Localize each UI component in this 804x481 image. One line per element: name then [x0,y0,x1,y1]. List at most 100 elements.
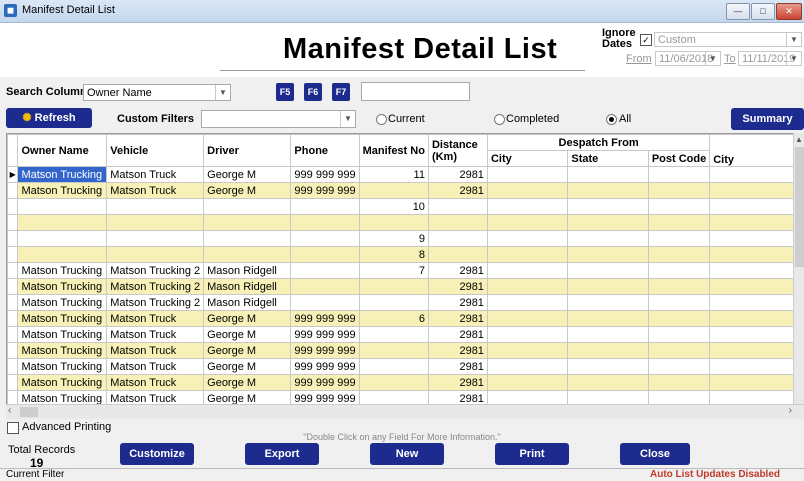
table-cell[interactable] [290,198,360,215]
table-cell[interactable] [647,198,711,215]
table-cell[interactable] [647,230,711,247]
radio-all[interactable] [606,114,617,125]
table-cell[interactable] [647,326,711,343]
maximize-button[interactable]: □ [751,3,775,20]
table-cell[interactable] [567,294,649,311]
table-cell[interactable]: 2981 [427,358,488,375]
search-column-select[interactable]: Owner Name ▼ [83,84,231,101]
table-cell[interactable] [17,214,108,231]
row-header[interactable] [7,230,19,247]
table-cell[interactable] [290,278,360,295]
f6-button[interactable]: F6 [304,83,322,101]
table-row[interactable]: Matson Trucking Matson Trucking 2 Mason Ri… [7,294,795,311]
table-cell[interactable] [486,262,569,279]
table-cell[interactable] [709,310,795,327]
table-cell[interactable] [106,246,205,263]
table-cell[interactable] [17,246,108,263]
table-cell[interactable]: George M [203,166,292,183]
table-cell[interactable]: 2981 [427,310,488,327]
table-row[interactable]: 8 [7,246,795,263]
export-button[interactable]: Export [245,443,319,465]
table-cell[interactable] [647,310,711,327]
table-cell[interactable]: 6 [358,310,429,327]
f7-button[interactable]: F7 [332,83,350,101]
table-cell[interactable] [290,214,360,231]
col-header-city-2[interactable]: City [709,134,795,167]
table-cell[interactable] [106,198,205,215]
minimize-button[interactable]: — [726,3,750,20]
row-header[interactable] [7,262,19,279]
table-cell[interactable] [567,326,649,343]
table-cell[interactable] [427,214,488,231]
table-cell[interactable]: 999 999 999 [290,358,360,375]
row-header[interactable] [7,358,19,375]
table-cell[interactable]: Matson Truck [106,182,205,199]
table-cell[interactable] [290,262,360,279]
vertical-scroll-thumb[interactable] [795,147,804,267]
table-cell[interactable] [427,198,488,215]
table-row[interactable]: Matson Trucking Matson Truck George M 999 9… [7,326,795,343]
table-cell[interactable]: Matson Trucking [17,310,108,327]
table-cell[interactable] [358,278,429,295]
table-cell[interactable]: Matson Truck [106,342,205,359]
table-cell[interactable] [647,294,711,311]
table-cell[interactable] [486,374,569,391]
table-cell[interactable]: 7 [358,262,429,279]
table-cell[interactable]: 999 999 999 [290,182,360,199]
table-row[interactable]: Matson Trucking Matson Trucking 2 Mason Ri… [7,278,795,295]
col-header-distance[interactable]: Distance (Km) [427,134,488,167]
table-cell[interactable] [358,294,429,311]
col-header-post-code[interactable]: Post Code [647,150,711,167]
row-header[interactable] [7,326,19,343]
table-cell[interactable] [709,326,795,343]
table-row[interactable]: 9 [7,230,795,247]
table-row[interactable]: Matson Trucking Matson Trucking 2 Mason Ri… [7,262,795,279]
table-cell[interactable] [567,182,649,199]
table-cell[interactable] [203,246,292,263]
table-cell[interactable]: George M [203,342,292,359]
custom-filters-select[interactable]: ▼ [201,110,356,128]
print-button[interactable]: Print [495,443,569,465]
radio-completed[interactable] [494,114,505,125]
table-cell[interactable]: George M [203,182,292,199]
table-cell[interactable] [567,342,649,359]
table-cell[interactable]: Matson Trucking [17,278,108,295]
table-cell[interactable]: 999 999 999 [290,310,360,327]
table-cell[interactable] [203,198,292,215]
scroll-up-icon[interactable]: ▲ [795,135,803,144]
table-cell[interactable] [647,182,711,199]
col-header-phone[interactable]: Phone [290,134,360,167]
table-cell[interactable] [647,262,711,279]
table-cell[interactable]: 2981 [427,166,488,183]
table-cell[interactable] [647,374,711,391]
table-cell[interactable] [486,166,569,183]
table-cell[interactable] [709,246,795,263]
table-cell[interactable]: Mason Ridgell [203,262,292,279]
table-cell[interactable] [567,230,649,247]
summary-button[interactable]: Summary [731,108,804,130]
table-cell[interactable]: George M [203,310,292,327]
customize-button[interactable]: Customize [120,443,194,465]
new-button[interactable]: New [370,443,444,465]
table-cell[interactable] [486,342,569,359]
table-cell[interactable] [486,326,569,343]
table-cell[interactable]: Mason Ridgell [203,278,292,295]
table-cell[interactable] [358,342,429,359]
table-cell[interactable] [358,182,429,199]
close-button[interactable]: Close [620,443,690,465]
table-cell[interactable] [358,214,429,231]
close-window-button[interactable]: ✕ [776,3,802,20]
table-row[interactable]: Matson Trucking Matson Truck George M 999 9… [7,374,795,391]
table-cell[interactable]: 9 [358,230,429,247]
table-cell[interactable]: 11 [358,166,429,183]
table-cell[interactable] [567,374,649,391]
table-cell[interactable]: 2981 [427,342,488,359]
row-header[interactable] [7,342,19,359]
table-cell[interactable]: Matson Trucking [17,342,108,359]
table-cell[interactable] [567,214,649,231]
table-cell[interactable] [290,230,360,247]
col-header-driver[interactable]: Driver [203,134,292,167]
col-header-vehicle[interactable]: Vehicle [106,134,205,167]
table-row[interactable]: ▶ Matson Trucking Matson Truck George M 999 … [7,166,795,183]
table-cell[interactable]: Matson Trucking [17,182,108,199]
